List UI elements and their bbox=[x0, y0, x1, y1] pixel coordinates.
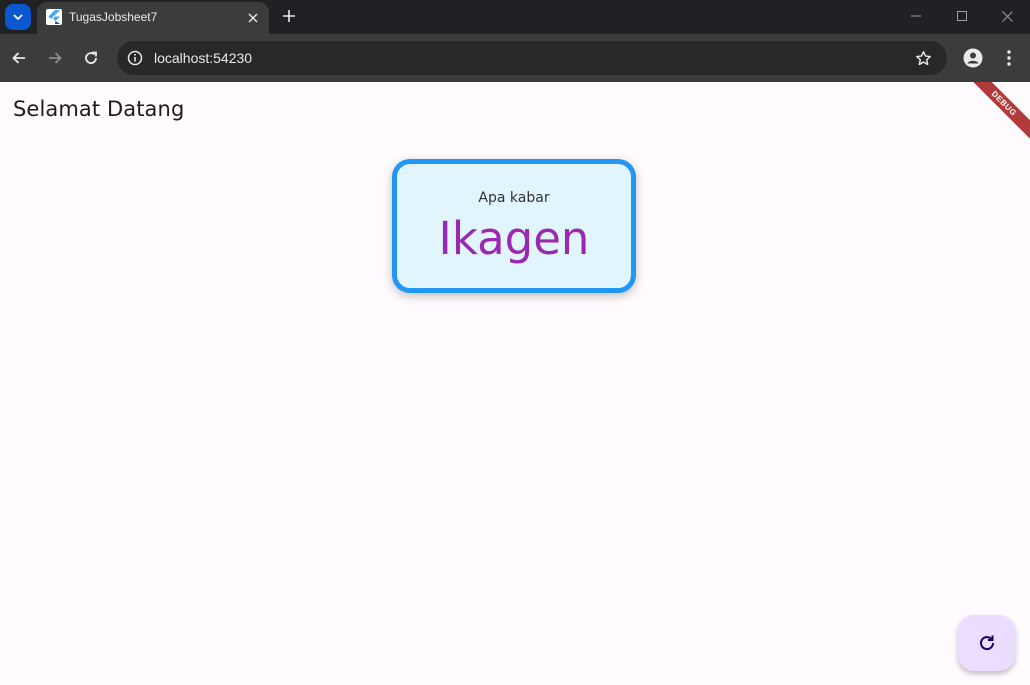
chevron-down-icon bbox=[13, 14, 23, 20]
arrow-left-icon bbox=[12, 52, 25, 64]
reload-icon bbox=[85, 51, 97, 64]
refresh-icon bbox=[979, 635, 994, 651]
close-icon bbox=[1001, 10, 1013, 22]
maximize-button[interactable] bbox=[939, 0, 985, 32]
url-text: localhost:54230 bbox=[154, 50, 253, 66]
close-icon bbox=[248, 13, 258, 23]
browser-toolbar: localhost:54230 bbox=[0, 34, 1030, 82]
arrow-right-icon bbox=[49, 52, 62, 64]
close-window-button[interactable] bbox=[984, 0, 1030, 32]
site-info-button[interactable] bbox=[123, 46, 147, 70]
tab-title: TugasJobsheet7 bbox=[69, 10, 158, 24]
tab-search-button[interactable] bbox=[5, 4, 31, 30]
browser-menu-button[interactable] bbox=[995, 44, 1023, 72]
app-page: Selamat Datang DEBUG Apa kabar Ikagen bbox=[0, 82, 1030, 685]
debug-banner: DEBUG bbox=[956, 82, 1030, 151]
forward-button[interactable] bbox=[41, 44, 69, 72]
new-tab-button[interactable] bbox=[278, 5, 300, 27]
info-icon bbox=[127, 50, 143, 66]
page-title: Selamat Datang bbox=[13, 97, 185, 121]
card-name-text: Ikagen bbox=[438, 212, 590, 265]
minimize-button[interactable] bbox=[893, 0, 939, 32]
card-greeting-text: Apa kabar bbox=[478, 190, 550, 206]
plus-icon bbox=[283, 10, 295, 22]
back-button[interactable] bbox=[5, 44, 33, 72]
greeting-card: Apa kabar Ikagen bbox=[392, 159, 636, 293]
minimize-icon bbox=[911, 15, 921, 17]
profile-icon bbox=[963, 48, 983, 68]
profile-button[interactable] bbox=[959, 44, 987, 72]
bookmark-button[interactable] bbox=[911, 46, 935, 70]
refresh-fab-button[interactable] bbox=[958, 615, 1015, 671]
address-bar[interactable]: localhost:54230 bbox=[117, 41, 947, 75]
kebab-menu-icon bbox=[1007, 50, 1011, 66]
browser-titlebar: TugasJobsheet7 bbox=[0, 0, 1030, 34]
browser-tab[interactable]: TugasJobsheet7 bbox=[37, 2, 269, 34]
maximize-icon bbox=[957, 11, 967, 21]
flutter-icon bbox=[46, 9, 62, 25]
reload-button[interactable] bbox=[77, 44, 105, 72]
tab-close-button[interactable] bbox=[243, 8, 263, 28]
star-icon bbox=[915, 50, 931, 65]
